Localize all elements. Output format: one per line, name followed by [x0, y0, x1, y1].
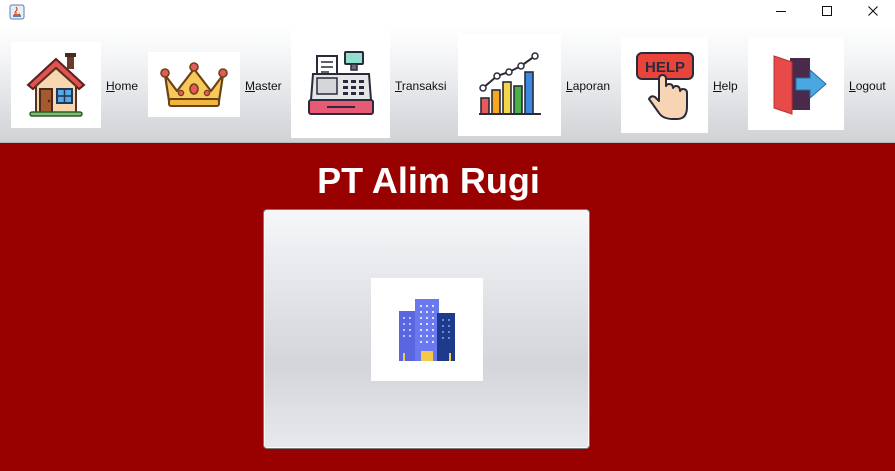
svg-text:HELP: HELP: [644, 59, 684, 76]
close-icon: [867, 4, 879, 22]
home-label: Home: [106, 79, 139, 93]
help-hand-icon: HELP: [621, 37, 708, 133]
logout-label: Logout: [849, 79, 886, 93]
company-title: PT Alim Rugi: [317, 160, 540, 201]
maximize-button[interactable]: [804, 0, 850, 26]
bar-chart-icon: [458, 34, 561, 136]
minimize-button[interactable]: [758, 0, 804, 26]
main-toolbar: Home Master Transaksi Laporan HELP Help …: [0, 26, 895, 143]
java-app-icon: [9, 4, 25, 20]
master-label: Master: [245, 79, 282, 93]
help-label: Help: [713, 79, 738, 93]
crown-icon: [148, 52, 240, 117]
logout-door-icon: [748, 38, 844, 130]
transaksi-label: Transaksi: [395, 79, 447, 93]
house-icon: [11, 42, 101, 128]
window-titlebar: [0, 0, 895, 26]
building-icon: [371, 278, 483, 381]
cash-register-icon: [291, 30, 390, 138]
minimize-icon: [775, 4, 787, 22]
close-button[interactable]: [850, 0, 895, 26]
company-button[interactable]: [263, 209, 590, 449]
maximize-icon: [821, 4, 833, 22]
laporan-label: Laporan: [566, 79, 611, 93]
